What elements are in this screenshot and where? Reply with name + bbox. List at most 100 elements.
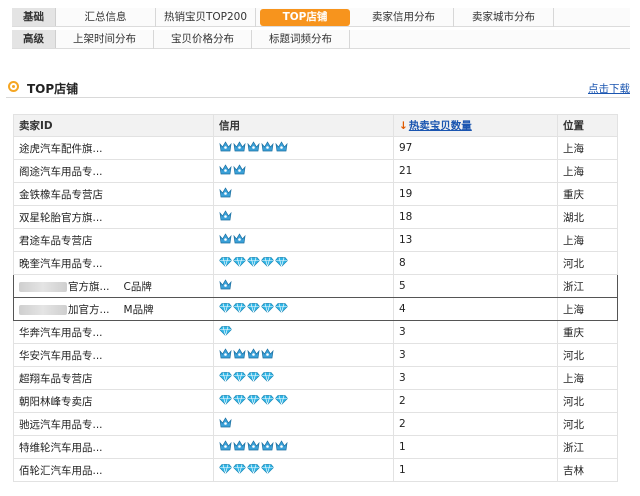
table-row: 超翔车品专营店 3 上海 <box>13 366 618 390</box>
nav-tab[interactable]: 标题词频分布 <box>252 30 350 49</box>
credit-cell <box>213 274 394 298</box>
sort-link[interactable]: 热卖宝贝数量 <box>409 120 472 132</box>
nav-tab[interactable]: 卖家信用分布 <box>354 8 454 27</box>
credit-rating <box>219 302 288 316</box>
location-cell: 湖北 <box>557 205 618 229</box>
credit-rating <box>219 256 288 270</box>
credit-cell <box>213 320 394 344</box>
table-row: 朝阳林峰专卖店 2 河北 <box>13 389 618 413</box>
diamond-icon <box>261 371 274 385</box>
table-row: 佰轮汇汽车用品... 1 吉林 <box>13 458 618 482</box>
diamond-icon <box>275 394 288 408</box>
location-cell: 浙江 <box>557 274 618 298</box>
hot-count-cell: 5 <box>393 274 558 298</box>
location-cell: 重庆 <box>557 320 618 344</box>
seller-cell[interactable]: 加官方... M品牌 <box>13 297 214 321</box>
seller-cell[interactable]: 特维轮汽车用品... <box>13 435 214 459</box>
diamond-icon <box>247 256 260 270</box>
seller-cell[interactable]: 驰远汽车用品专... <box>13 412 214 436</box>
seller-cell[interactable]: 朝阳林峰专卖店 <box>13 389 214 413</box>
diamond-icon <box>219 371 232 385</box>
credit-rating <box>219 210 232 224</box>
seller-cell[interactable]: 双星轮胎官方旗... <box>13 205 214 229</box>
seller-cell[interactable]: 阁途汽车用品专... <box>13 159 214 183</box>
table-row: 华安汽车用品专... 3 河北 <box>13 343 618 367</box>
hot-count-cell: 1 <box>393 458 558 482</box>
credit-rating <box>219 279 232 293</box>
credit-rating <box>219 463 274 477</box>
table-row: 特维轮汽车用品... 1 浙江 <box>13 435 618 459</box>
diamond-icon <box>219 394 232 408</box>
location-cell: 河北 <box>557 412 618 436</box>
location-cell: 浙江 <box>557 435 618 459</box>
table-row: 华奔汽车用品专... 3 重庆 <box>13 320 618 344</box>
nav-row-basic: 基础 汇总信息 热销宝贝TOP200 TOP店铺 卖家信用分布 卖家城市分布 <box>12 8 630 27</box>
crown-icon <box>219 417 232 431</box>
diamond-icon <box>247 394 260 408</box>
seller-name: 驰远汽车用品专... <box>19 418 103 431</box>
crown-icon <box>261 141 274 155</box>
seller-cell[interactable]: 金铁橡车品专营店 <box>13 182 214 206</box>
credit-cell <box>213 228 394 252</box>
seller-cell[interactable]: 君途车品专营店 <box>13 228 214 252</box>
diamond-icon <box>233 302 246 316</box>
hot-count-cell: 3 <box>393 366 558 390</box>
credit-rating <box>219 371 274 385</box>
download-link[interactable]: 点击下载 <box>588 81 630 96</box>
column-header-location[interactable]: 位置 <box>557 114 618 137</box>
crown-icon <box>233 164 246 178</box>
seller-cell[interactable]: 途虎汽车配件旗... <box>13 136 214 160</box>
report-nav: 基础 汇总信息 热销宝贝TOP200 TOP店铺 卖家信用分布 卖家城市分布 高级 上架… <box>12 8 630 49</box>
column-header-hot-count[interactable]: ↓热卖宝贝数量 <box>393 114 558 137</box>
crown-icon <box>233 141 246 155</box>
credit-rating <box>219 394 288 408</box>
location-cell: 河北 <box>557 389 618 413</box>
crown-icon <box>233 348 246 362</box>
hot-count-cell: 21 <box>393 159 558 183</box>
seller-name: 超翔车品专营店 <box>19 372 93 385</box>
hot-count-cell: 19 <box>393 182 558 206</box>
top-shops-table: 卖家ID 信用 ↓热卖宝贝数量 位置 途虎汽车配件旗... 97 上海 阁途汽车用品专… <box>13 114 618 482</box>
location-cell: 重庆 <box>557 182 618 206</box>
crown-icon <box>219 233 232 247</box>
seller-name: 朝阳林峰专卖店 <box>19 395 93 408</box>
nav-tab[interactable]: 宝贝价格分布 <box>154 30 252 49</box>
diamond-icon <box>219 302 232 316</box>
seller-name: 华奔汽车用品专... <box>19 326 103 339</box>
table-row: 晚奎汽车用品专... 8 河北 <box>13 251 618 275</box>
seller-cell[interactable]: 超翔车品专营店 <box>13 366 214 390</box>
column-header-seller[interactable]: 卖家ID <box>13 114 214 137</box>
table-header-row: 卖家ID 信用 ↓热卖宝贝数量 位置 <box>13 114 618 137</box>
diamond-icon <box>219 325 232 339</box>
nav-tab[interactable]: 热销宝贝TOP200 <box>156 8 256 27</box>
nav-tab[interactable]: 汇总信息 <box>56 8 156 27</box>
nav-tab[interactable]: 上架时间分布 <box>56 30 154 49</box>
seller-cell[interactable]: 华奔汽车用品专... <box>13 320 214 344</box>
location-cell: 上海 <box>557 136 618 160</box>
table-row: 驰远汽车用品专... 2 河北 <box>13 412 618 436</box>
column-header-credit[interactable]: 信用 <box>213 114 394 137</box>
credit-rating <box>219 440 288 454</box>
nav-tab[interactable]: 卖家城市分布 <box>454 8 554 27</box>
seller-name: 君途车品专营店 <box>19 234 93 247</box>
seller-cell[interactable]: 晚奎汽车用品专... <box>13 251 214 275</box>
table-row: 双星轮胎官方旗... 18 湖北 <box>13 205 618 229</box>
seller-cell[interactable]: 华安汽车用品专... <box>13 343 214 367</box>
seller-name: 双星轮胎官方旗... <box>19 211 103 224</box>
diamond-icon <box>233 371 246 385</box>
credit-cell <box>213 343 394 367</box>
credit-rating <box>219 164 246 178</box>
diamond-icon <box>261 394 274 408</box>
diamond-icon <box>247 463 260 477</box>
nav-tab[interactable]: TOP店铺 <box>260 9 350 26</box>
seller-cell[interactable]: 官方旗... C品牌 <box>13 274 214 298</box>
crown-icon <box>219 279 232 293</box>
seller-cell[interactable]: 佰轮汇汽车用品... <box>13 458 214 482</box>
seller-name: 华安汽车用品专... <box>19 349 103 362</box>
crown-icon <box>275 440 288 454</box>
location-cell: 上海 <box>557 228 618 252</box>
credit-cell <box>213 435 394 459</box>
seller-name: 加官方... <box>68 303 110 316</box>
seller-name: 金铁橡车品专营店 <box>19 188 103 201</box>
redacted-seller-name <box>19 304 67 315</box>
